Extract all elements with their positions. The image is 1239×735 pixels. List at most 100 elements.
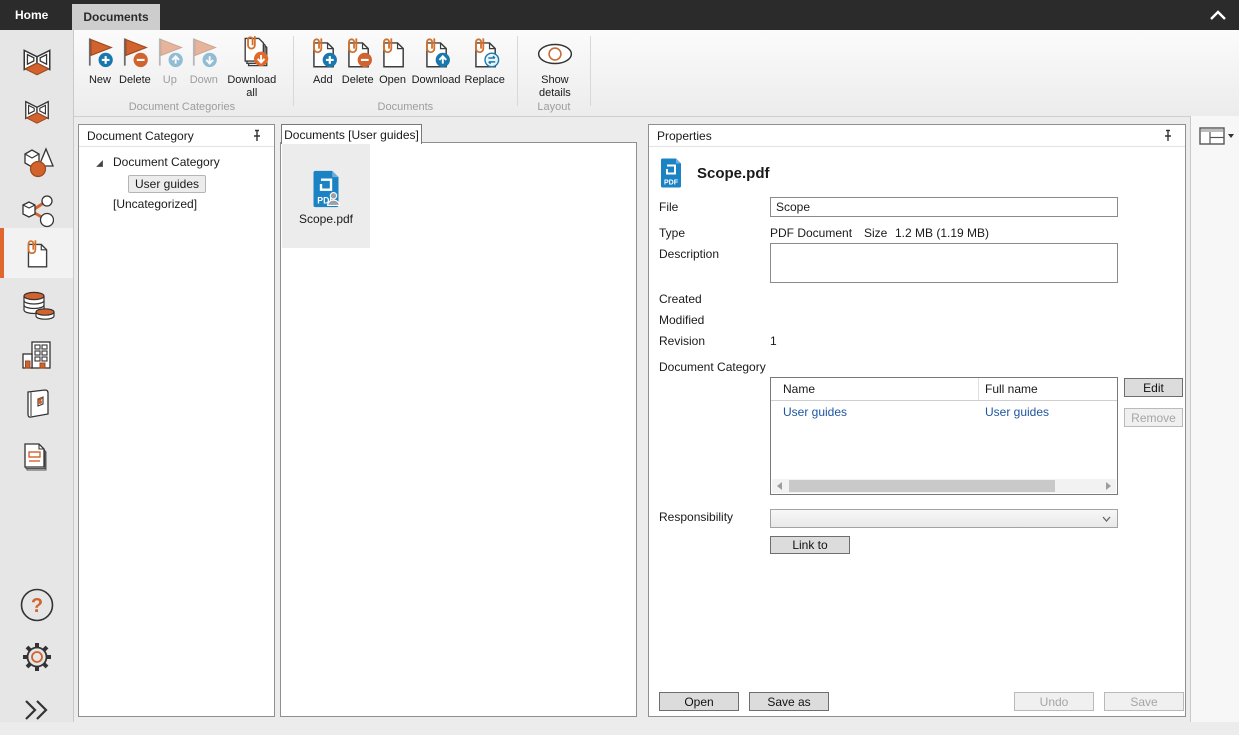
sidebar-item-documents[interactable]: [0, 228, 73, 278]
layout-selector-button[interactable]: [1199, 123, 1235, 149]
new-category-button[interactable]: New: [85, 35, 115, 87]
column-header-full-name[interactable]: Full name: [979, 378, 1117, 400]
sidebar-item-box-3d-alt[interactable]: [0, 86, 73, 136]
flag-down-icon: [189, 35, 219, 73]
home-menu[interactable]: Home: [15, 8, 48, 22]
replace-document-button[interactable]: Replace: [465, 35, 505, 87]
sidebar-item-data[interactable]: [0, 280, 73, 330]
sidebar-item-reports[interactable]: [0, 430, 73, 480]
flag-plus-icon: [85, 35, 115, 73]
ribbon-separator: [590, 36, 591, 106]
ribbon-group-layout: Show details Layout: [520, 30, 588, 116]
tree-expander[interactable]: [95, 157, 104, 171]
scrollbar-thumb[interactable]: [789, 480, 1055, 492]
documents-tab[interactable]: Documents [User guides]: [281, 124, 422, 144]
add-document-button[interactable]: Add: [308, 35, 338, 87]
documents-download-icon: [235, 35, 269, 73]
responsibility-dropdown[interactable]: [770, 509, 1118, 528]
revision-label: Revision: [659, 334, 705, 348]
horizontal-scrollbar[interactable]: [772, 479, 1116, 493]
file-label: File: [659, 200, 678, 214]
show-details-button[interactable]: Show details: [532, 35, 578, 99]
move-up-button[interactable]: Up: [155, 35, 185, 87]
responsibility-label: Responsibility: [659, 510, 733, 524]
document-replace-icon: [470, 35, 500, 73]
edit-button[interactable]: Edit: [1124, 378, 1183, 397]
scroll-left-icon: [777, 482, 782, 490]
undo-button[interactable]: Undo: [1014, 692, 1094, 711]
modified-label: Modified: [659, 313, 704, 327]
pdf-file-icon: [659, 158, 683, 188]
group-label-document-categories: Document Categories: [73, 101, 291, 113]
building-icon: [20, 339, 54, 371]
flag-up-icon: [155, 35, 185, 73]
collapse-ribbon-button[interactable]: [1207, 6, 1229, 24]
document-category-panel: Document Category Document Category User…: [78, 124, 275, 717]
ribbon-group-documents: Add Delete Open Download Replace Do: [296, 30, 515, 116]
link-to-button[interactable]: Link to: [770, 536, 850, 554]
document-paperclip-icon: [23, 237, 51, 269]
chevron-down-icon: [1102, 516, 1111, 522]
tree-node-user-guides[interactable]: User guides: [128, 175, 206, 193]
sidebar-item-catalog[interactable]: [0, 380, 73, 430]
tree-node-root[interactable]: Document Category: [113, 155, 220, 169]
ribbon-separator: [293, 36, 294, 106]
sidebar-item-settings[interactable]: [0, 632, 73, 682]
ribbon-separator: [517, 36, 518, 106]
pdf-file-icon: [311, 170, 341, 208]
flag-minus-icon: [120, 35, 150, 73]
coins-icon: [19, 288, 55, 322]
save-as-button[interactable]: Save as: [749, 692, 829, 711]
scroll-right-button[interactable]: [1101, 479, 1116, 493]
layout-panes-icon: [1199, 127, 1225, 145]
document-download-icon: [421, 35, 451, 73]
document-title: Scope.pdf: [697, 165, 770, 182]
column-header-name[interactable]: Name: [771, 378, 979, 400]
type-value: PDF Document: [770, 226, 852, 240]
sidebar-item-help[interactable]: [0, 580, 73, 630]
remove-button[interactable]: Remove: [1124, 408, 1183, 427]
pin-icon: [1162, 129, 1174, 143]
delete-document-button[interactable]: Delete: [342, 35, 374, 87]
paper-stack-icon: [21, 438, 53, 472]
pin-button[interactable]: [248, 128, 266, 144]
document-tile-scope-pdf[interactable]: Scope.pdf: [282, 144, 370, 248]
document-tile-label: Scope.pdf: [299, 212, 353, 226]
tree-node-uncategorized[interactable]: [Uncategorized]: [113, 197, 197, 211]
pin-icon: [251, 129, 263, 143]
scroll-left-button[interactable]: [772, 479, 787, 493]
description-input[interactable]: [770, 243, 1118, 283]
sidebar-item-organization[interactable]: [0, 330, 73, 380]
revision-value: 1: [770, 334, 777, 348]
open-button[interactable]: Open: [659, 692, 739, 711]
download-all-button[interactable]: Download all: [223, 35, 281, 99]
sidebar-expand-button[interactable]: [0, 685, 73, 735]
group-label-documents: Documents: [296, 101, 515, 113]
open-document-button[interactable]: Open: [378, 35, 408, 87]
delete-category-button[interactable]: Delete: [119, 35, 151, 87]
tree-expanded-icon: [95, 159, 104, 168]
help-icon: [19, 587, 55, 623]
table-row[interactable]: User guides User guides: [771, 401, 1117, 422]
sidebar-item-shapes[interactable]: [0, 136, 73, 186]
description-label: Description: [659, 247, 719, 261]
ribbon-tab-documents[interactable]: Documents: [72, 4, 160, 30]
document-plus-icon: [308, 35, 338, 73]
properties-panel: Properties Scope.pdf File Type PDF Docum…: [648, 124, 1186, 717]
dropdown-arrow-icon: [1228, 134, 1234, 138]
document-icon: [378, 35, 408, 73]
gear-icon: [19, 639, 55, 675]
move-down-button[interactable]: Down: [189, 35, 219, 87]
save-button[interactable]: Save: [1104, 692, 1184, 711]
type-label: Type: [659, 226, 685, 240]
documents-panel: Scope.pdf: [280, 142, 637, 717]
cell-full-name: User guides: [979, 401, 1117, 422]
ribbon-group-document-categories: New Delete Up Down Download all Doc: [73, 30, 291, 116]
sidebar-item-box-3d[interactable]: [0, 36, 73, 86]
double-chevron-right-icon: [22, 698, 52, 722]
book-cube-icon: [21, 388, 53, 422]
created-label: Created: [659, 292, 702, 306]
pin-button[interactable]: [1159, 128, 1177, 144]
file-input[interactable]: [770, 197, 1118, 217]
download-document-button[interactable]: Download: [412, 35, 461, 87]
